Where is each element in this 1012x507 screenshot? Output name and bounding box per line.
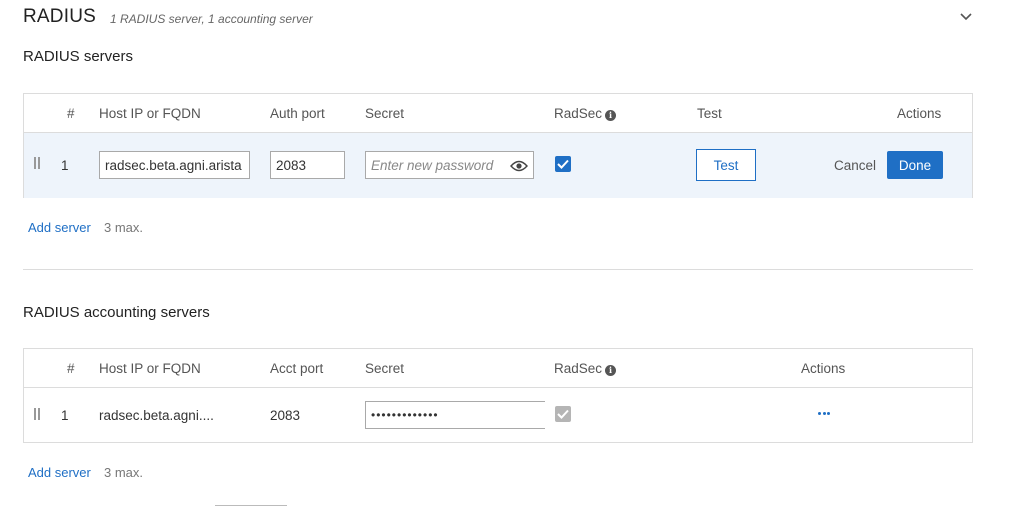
add-server-link[interactable]: Add server	[28, 465, 91, 480]
cancel-button[interactable]: Cancel	[834, 158, 876, 173]
row-index: 1	[61, 158, 69, 173]
secret-masked-field[interactable]: •••••••••••••	[365, 401, 545, 429]
column-header-acct-port: Acct port	[270, 361, 324, 376]
radsec-label: RadSec	[554, 106, 603, 121]
check-icon	[557, 159, 569, 169]
check-icon	[557, 409, 569, 419]
column-header-host: Host IP or FQDN	[99, 361, 201, 376]
eye-icon[interactable]	[510, 159, 528, 172]
host-value: radsec.beta.agni....	[99, 408, 214, 423]
accounting-servers-heading: RADIUS accounting servers	[23, 304, 210, 321]
accounting-servers-table: # Host IP or FQDN Acct port Secret RadSe…	[23, 348, 973, 443]
column-header-test: Test	[697, 106, 722, 121]
column-header-radsec: RadSec i	[554, 361, 617, 376]
done-button[interactable]: Done	[887, 151, 943, 179]
test-button[interactable]: Test	[696, 149, 756, 181]
add-server-link[interactable]: Add server	[28, 220, 91, 235]
radsec-label: RadSec	[554, 361, 603, 376]
column-header-secret: Secret	[365, 106, 405, 121]
radsec-checkbox	[555, 406, 571, 422]
column-header-number: #	[67, 361, 75, 376]
table-row: 1 radsec.beta.agni.... 2083 ••••••••••••…	[24, 388, 972, 442]
radius-servers-table: # Host IP or FQDN Auth port Secret RadSe…	[23, 93, 973, 198]
secret-input[interactable]	[365, 151, 534, 179]
column-header-host: Host IP or FQDN	[99, 106, 201, 121]
acct-port-value: 2083	[270, 408, 301, 423]
chevron-down-icon[interactable]	[958, 8, 974, 24]
section-subtitle: 1 RADIUS server, 1 accounting server	[110, 12, 313, 26]
auth-port-input[interactable]	[270, 151, 345, 179]
drag-handle-icon[interactable]	[34, 157, 40, 169]
section-title: RADIUS	[23, 6, 96, 27]
table-header: # Host IP or FQDN Acct port Secret RadSe…	[24, 349, 972, 388]
drag-handle-icon[interactable]	[34, 408, 40, 420]
max-servers-note: 3 max.	[104, 465, 144, 480]
section-divider	[23, 269, 973, 270]
column-header-actions: Actions	[801, 361, 846, 376]
radius-servers-heading: RADIUS servers	[23, 48, 134, 65]
table-header: # Host IP or FQDN Auth port Secret RadSe…	[24, 94, 972, 133]
radsec-checkbox[interactable]	[555, 156, 571, 172]
info-icon[interactable]: i	[605, 110, 617, 121]
info-icon[interactable]: i	[605, 365, 617, 376]
column-header-number: #	[67, 106, 75, 121]
column-header-radsec: RadSec i	[554, 106, 617, 121]
row-index: 1	[61, 408, 69, 423]
column-header-secret: Secret	[365, 361, 405, 376]
host-input[interactable]	[99, 151, 250, 179]
table-row: 1 Test Cancel Done	[24, 133, 972, 198]
column-header-auth-port: Auth port	[270, 106, 325, 121]
more-horizontal-icon[interactable]	[818, 412, 832, 416]
column-header-actions: Actions	[897, 106, 942, 121]
max-servers-note: 3 max.	[104, 220, 144, 235]
